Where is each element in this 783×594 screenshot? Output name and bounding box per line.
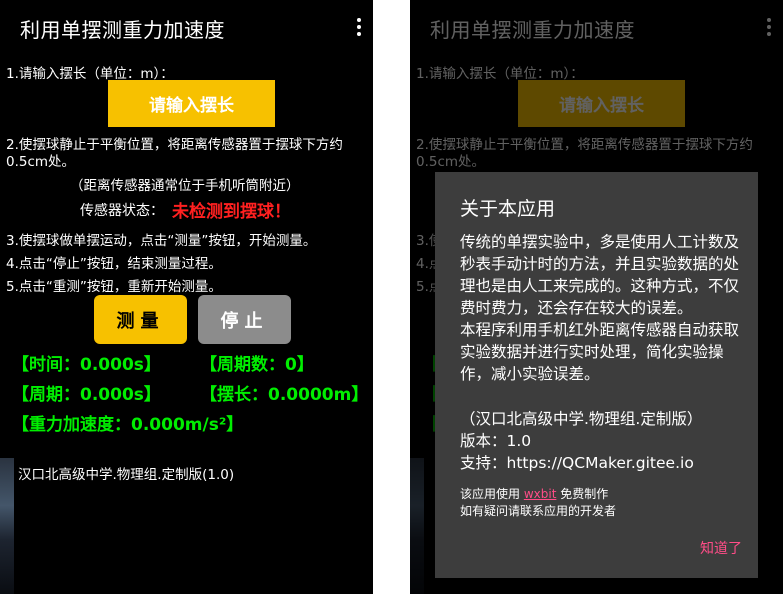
- dialog-ok-button[interactable]: 知道了: [700, 538, 742, 558]
- dialog-info: （汉口北高级中学.物理组.定制版） 版本：1.0 支持：https://QCMa…: [460, 408, 702, 474]
- main-screen: 利用单摆测重力加速度 1.请输入摆长（单位：m）： 请输入摆长 2.使摆球静止于…: [0, 0, 373, 594]
- step-5-text: 5.点击“重测”按钮，重新开始测量。: [6, 279, 222, 295]
- app-title: 利用单摆测重力加速度: [20, 18, 225, 42]
- dialog-version: 版本：1.0: [460, 432, 532, 450]
- input-length-button[interactable]: 请输入摆长: [108, 80, 275, 127]
- app-bar: 利用单摆测重力加速度: [0, 0, 373, 58]
- gravity-readout: 【重力加速度：0.000m/s²】: [12, 415, 244, 435]
- contact-line: 如有疑问请联系应用的开发者: [460, 504, 617, 518]
- period-count-readout: 【周期数：0】: [200, 355, 314, 375]
- dialog-edition: （汉口北高级中学.物理组.定制版）: [460, 410, 703, 428]
- dialog-paragraph-2: 本程序利用手机红外距离传感器自动获取实验数据并进行实时处理，简化实验操作，减小实…: [460, 321, 740, 383]
- sensor-status-label: 传感器状态：: [80, 203, 164, 219]
- made-suffix: 免费制作: [556, 487, 609, 501]
- sensor-note: （距离传感器通常位于手机听筒附近）: [70, 178, 300, 194]
- stop-button[interactable]: 停止: [198, 295, 291, 344]
- background-image-strip: [0, 458, 14, 594]
- step-4-text: 4.点击“停止”按钮，结束测量过程。: [6, 256, 222, 272]
- time-readout: 【时间：0.000s】: [12, 355, 161, 375]
- about-dialog: 关于本应用 传统的单摆实验中，多是使用人工计数及秒表手动计时的方法，并且实验数据…: [435, 172, 758, 578]
- dialog-credits: 该应用使用 wxbit 免费制作 如有疑问请联系应用的开发者: [460, 486, 616, 520]
- dialog-body: 传统的单摆实验中，多是使用人工计数及秒表手动计时的方法，并且实验数据的处理也是由…: [460, 231, 740, 385]
- wxbit-link[interactable]: wxbit: [524, 487, 557, 501]
- made-prefix: 该应用使用: [460, 487, 524, 501]
- length-readout: 【摆长：0.0000m】: [200, 385, 369, 405]
- dialog-paragraph-1: 传统的单摆实验中，多是使用人工计数及秒表手动计时的方法，并且实验数据的处理也是由…: [460, 233, 740, 317]
- dialog-title: 关于本应用: [460, 198, 556, 220]
- more-vert-icon[interactable]: [355, 16, 363, 38]
- step-3-text: 3.使摆球做单摆运动，点击“测量”按钮，开始测量。: [6, 233, 317, 249]
- dialog-support: 支持：https://QCMaker.gitee.io: [460, 454, 694, 472]
- step-1-text: 1.请输入摆长（单位：m）：: [6, 66, 174, 82]
- footer-text: 汉口北高级中学.物理组.定制版(1.0): [18, 467, 235, 483]
- step-2-text-line2: 0.5cm处。: [6, 154, 76, 170]
- made-with-line: 该应用使用 wxbit 免费制作: [460, 486, 616, 503]
- dialog-screen: 利用单摆测重力加速度 1.请输入摆长（单位：m）： 请输入摆长 2.使摆球静止于…: [410, 0, 783, 594]
- period-readout: 【周期：0.000s】: [12, 385, 161, 405]
- measure-button[interactable]: 测量: [94, 295, 187, 344]
- sensor-status-value: 未检测到摆球！: [172, 202, 291, 222]
